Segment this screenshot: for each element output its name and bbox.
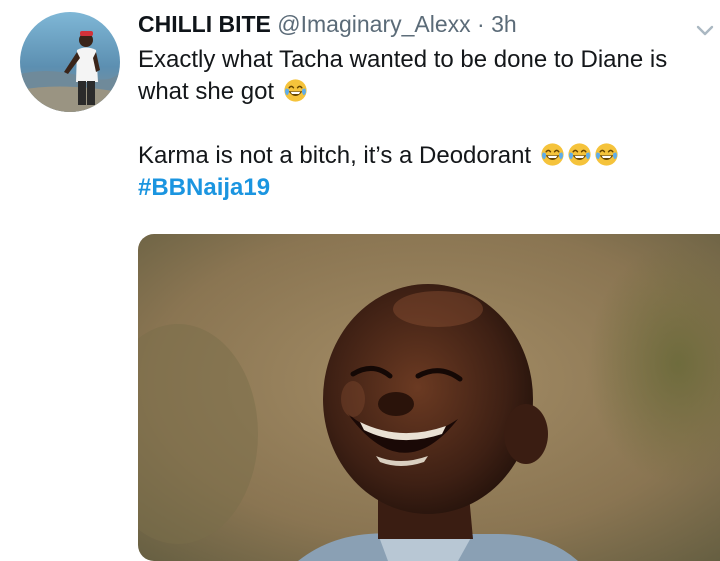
- timestamp[interactable]: 3h: [491, 11, 517, 37]
- display-name[interactable]: CHILLI BITE: [138, 11, 271, 37]
- tweet-card[interactable]: CHILLI BITE @Imaginary_Alexx · 3h Exactl…: [0, 0, 720, 561]
- face-with-tears-of-joy-icon: [568, 143, 591, 166]
- tweet-line-2: what she got: [138, 76, 708, 108]
- face-with-tears-of-joy-icon: [284, 79, 307, 102]
- tweet-line-3: Karma is not a bitch, it’s a Deodorant: [138, 140, 708, 172]
- chevron-down-icon[interactable]: [696, 24, 714, 38]
- meta-separator: ·: [477, 11, 485, 37]
- user-handle[interactable]: @Imaginary_Alexx: [277, 11, 470, 37]
- tweet-photo[interactable]: [138, 234, 720, 561]
- tweet-text: Exactly what Tacha wanted to be done to …: [138, 44, 708, 204]
- face-with-tears-of-joy-icon: [595, 143, 618, 166]
- tweet-header: CHILLI BITE @Imaginary_Alexx · 3h: [138, 9, 517, 39]
- avatar[interactable]: [20, 12, 120, 112]
- tweet-line-1: Exactly what Tacha wanted to be done to …: [138, 46, 668, 73]
- face-with-tears-of-joy-icon: [541, 143, 564, 166]
- hashtag-link[interactable]: #BBNaija19: [138, 174, 270, 201]
- tweet-line-4: #BBNaija19: [138, 172, 708, 204]
